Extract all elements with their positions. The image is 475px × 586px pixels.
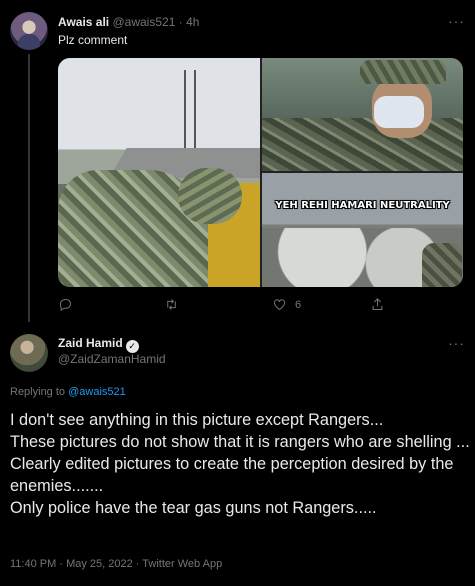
soldier-figure: [422, 243, 462, 287]
tweet-header: Awais ali @awais521 · 4h: [58, 15, 199, 29]
tweet-line: These pictures do not show that it is ra…: [10, 433, 470, 451]
more-options-icon[interactable]: ···: [448, 14, 465, 28]
face-mask: [374, 96, 424, 128]
meta-separator: ·: [56, 558, 67, 570]
parent-tweet[interactable]: Awais ali @awais521 · 4h ··· Plz comment…: [0, 0, 475, 322]
more-options-icon[interactable]: ···: [448, 336, 465, 350]
replying-to-label: Replying to: [10, 386, 66, 398]
reply-button[interactable]: [58, 297, 73, 312]
retweet-button[interactable]: [164, 297, 179, 312]
tweet-date[interactable]: May 25, 2022: [66, 558, 133, 570]
tweet-line: Only police have the tear gas guns not R…: [10, 499, 377, 517]
reply-icon: [59, 299, 72, 312]
author-avatar[interactable]: [10, 12, 48, 50]
meme-caption: YEH REHI HAMARI NEUTRALITY: [275, 200, 450, 211]
soldier-cap: [178, 168, 242, 224]
tweet-line: I don't see anything in this picture exc…: [10, 411, 384, 429]
photo-masked-officer[interactable]: [262, 58, 463, 171]
author-name[interactable]: Zaid Hamid: [58, 336, 123, 350]
share-button[interactable]: [370, 297, 385, 312]
author-name-row: Zaid Hamid ✓: [58, 336, 139, 353]
author-handle[interactable]: @awais521: [112, 15, 175, 29]
author-avatar[interactable]: [10, 334, 48, 372]
photo-soldier-road[interactable]: [58, 58, 260, 287]
share-icon: [372, 298, 383, 310]
author-handle[interactable]: @ZaidZamanHamid: [58, 352, 166, 366]
tweet-meta: 11:40 PM · May 25, 2022 · Twitter Web Ap…: [10, 558, 222, 570]
media-grid: YEH REHI HAMARI NEUTRALITY: [58, 58, 463, 287]
author-name[interactable]: Awais ali: [58, 15, 109, 29]
tweet-client: Twitter Web App: [142, 558, 223, 570]
like-count: 6: [295, 298, 302, 311]
tweet-text: Plz comment: [58, 33, 128, 47]
heart-icon: [274, 299, 285, 311]
uniform: [262, 118, 463, 171]
tweet-time[interactable]: 4h: [186, 15, 199, 29]
replying-to: Replying to @awais521: [10, 386, 126, 398]
photo-tear-gas-meme[interactable]: YEH REHI HAMARI NEUTRALITY: [262, 173, 463, 287]
tweet-time[interactable]: 11:40 PM: [10, 558, 56, 570]
power-tower: [184, 70, 196, 148]
tweet-text: I don't see anything in this picture exc…: [10, 409, 470, 519]
tweet-line: Clearly edited pictures to create the pe…: [10, 455, 454, 495]
officer-cap: [360, 60, 446, 84]
dot-separator: ·: [178, 15, 183, 29]
meta-separator: ·: [132, 558, 143, 570]
thread-line: [28, 54, 30, 322]
like-button[interactable]: 6: [272, 297, 301, 312]
replying-to-link[interactable]: @awais521: [68, 386, 126, 398]
retweet-icon: [167, 299, 176, 310]
